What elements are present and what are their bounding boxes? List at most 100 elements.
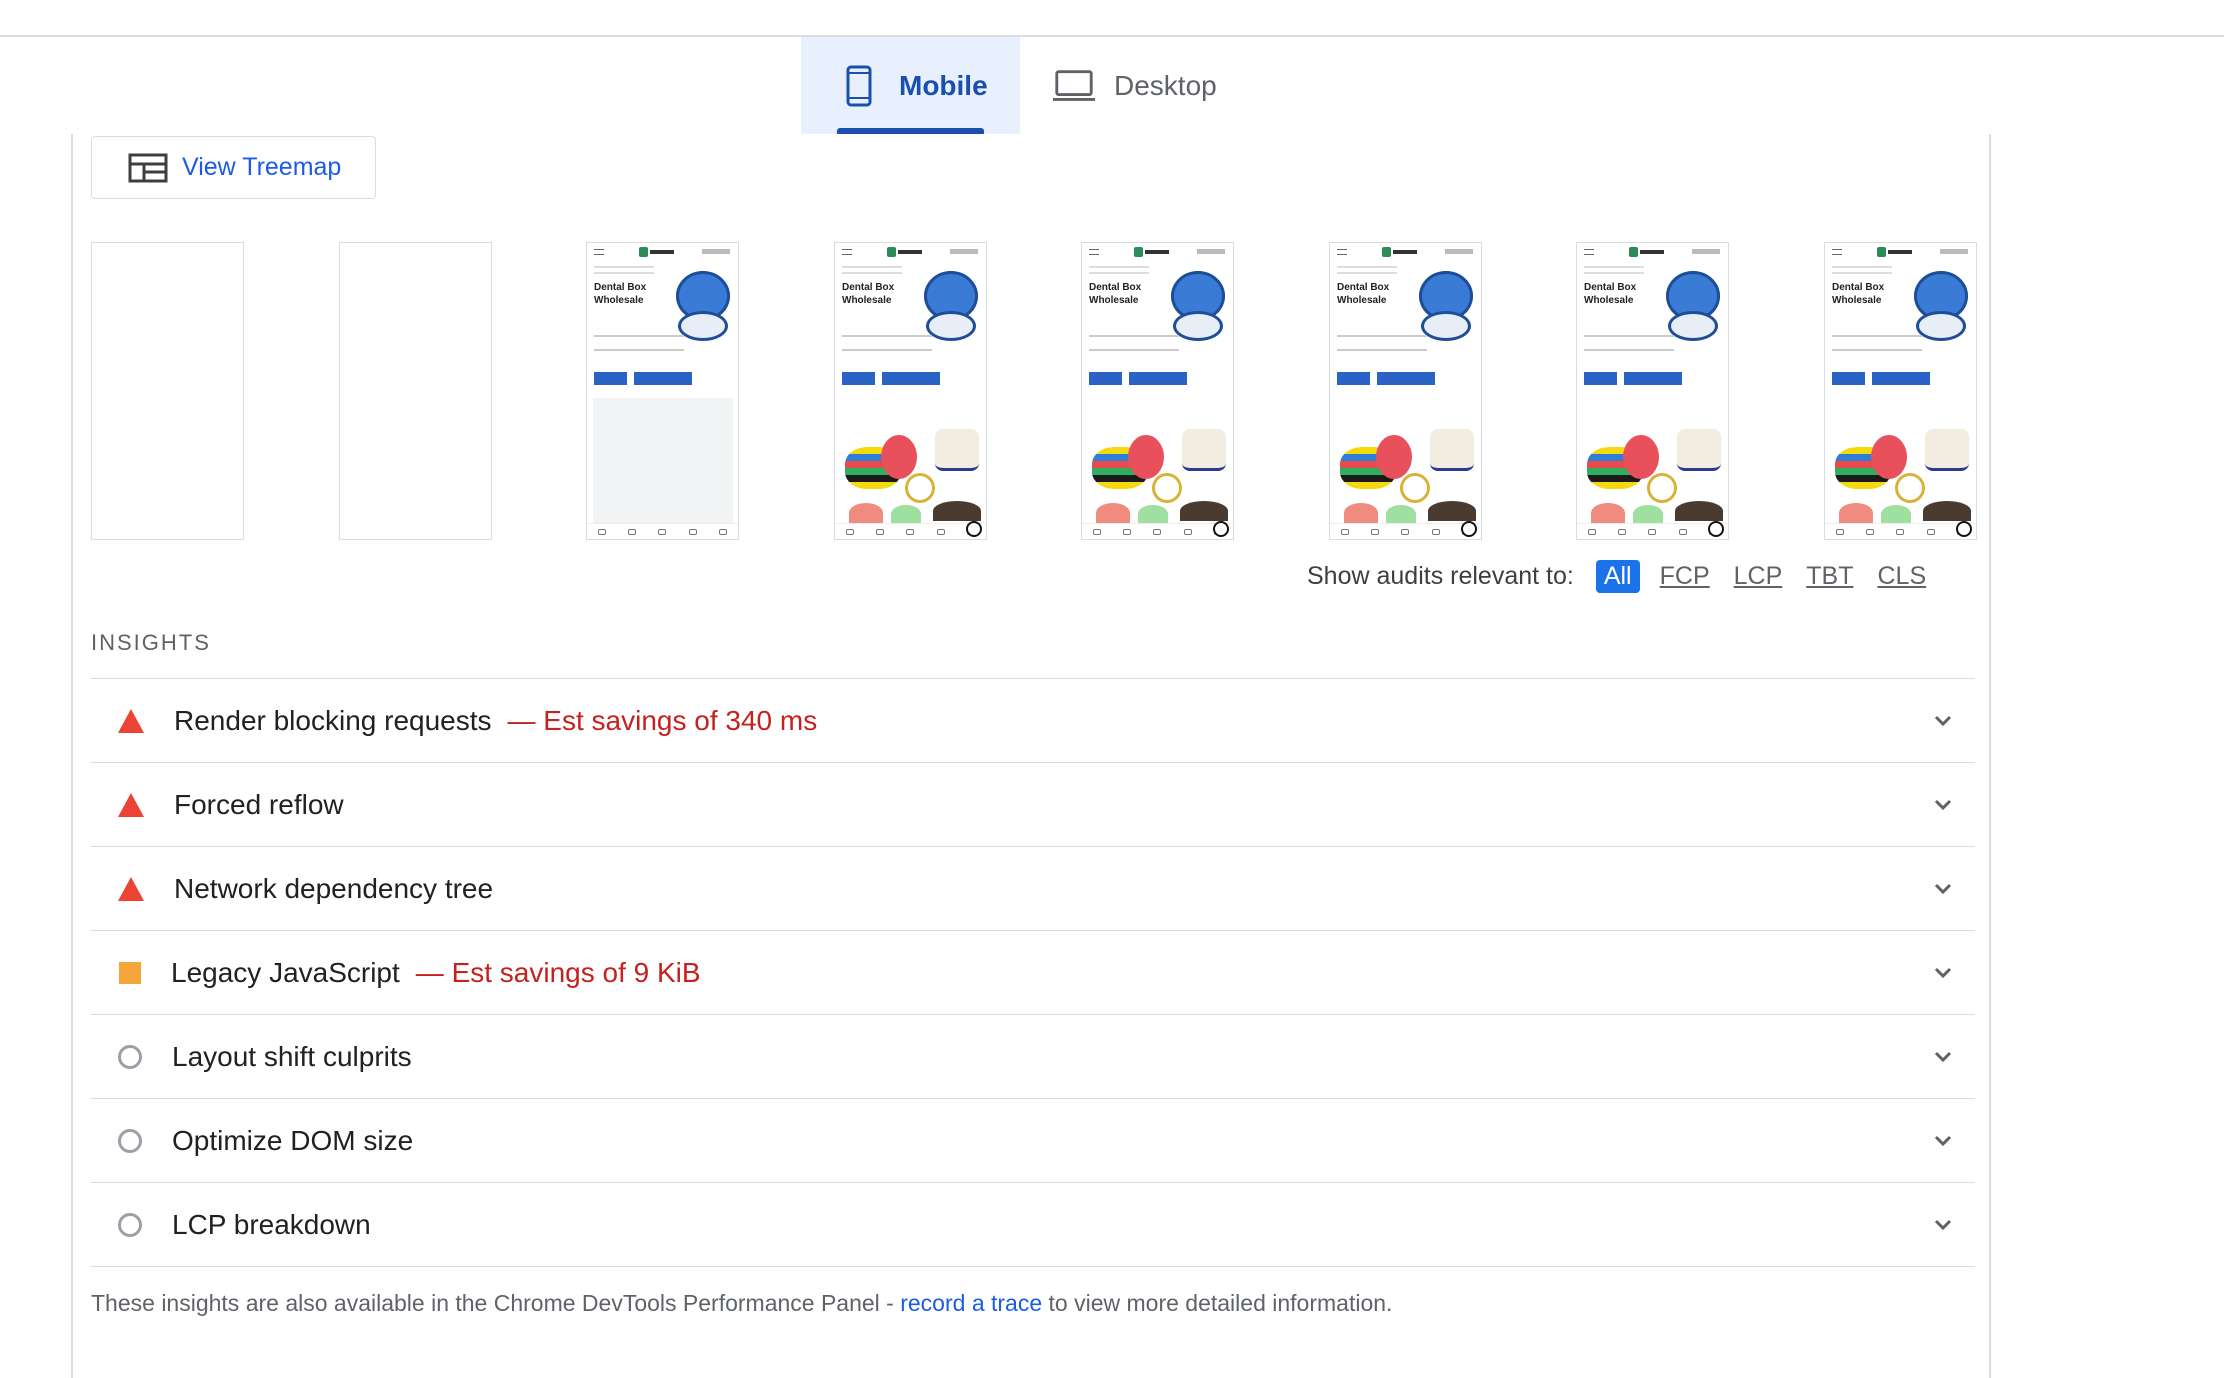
menu-icon <box>842 249 852 255</box>
frame-bottom-nav <box>1330 523 1481 539</box>
frame-text-lines <box>1832 335 1922 351</box>
footer-suffix: to view more detailed information. <box>1042 1290 1393 1316</box>
menu-icon <box>594 249 604 255</box>
footer-prefix: These insights are also available in the… <box>91 1290 901 1316</box>
frame-header <box>587 243 738 261</box>
frame-button-whatsapp <box>1624 372 1682 385</box>
chevron-down-icon <box>1934 1135 1952 1147</box>
insight-forced-reflow[interactable]: Forced reflow <box>91 763 1975 847</box>
insight-network-dependency-tree[interactable]: Network dependency tree <box>91 847 1975 931</box>
insight-lcp-breakdown[interactable]: LCP breakdown <box>91 1183 1975 1267</box>
filmstrip-frame: Dental Box Wholesale <box>834 242 987 540</box>
frame-text-lines <box>1089 335 1179 351</box>
frame-bottom-nav <box>1577 523 1728 539</box>
tab-mobile[interactable]: Mobile <box>801 37 1020 134</box>
frame-button-shop <box>594 372 627 385</box>
products-photo <box>841 429 983 529</box>
insight-layout-shift-culprits[interactable]: Layout shift culprits <box>91 1015 1975 1099</box>
frame-text-lines <box>1337 335 1427 351</box>
frame-header <box>1082 243 1233 261</box>
filter-chip-lcp[interactable]: LCP <box>1730 562 1787 591</box>
informative-circle-icon <box>118 1212 142 1237</box>
insight-title: Render blocking requests <box>174 704 492 736</box>
filter-chip-cls[interactable]: CLS <box>1873 562 1930 591</box>
whatsapp-icon <box>1956 521 1972 537</box>
frame-subtitle-lines <box>1832 266 1892 274</box>
dental-tray-image <box>1916 311 1966 341</box>
laptop-icon <box>1052 64 1096 108</box>
insight-legacy-javascript[interactable]: Legacy JavaScript — Est savings of 9 KiB <box>91 931 1975 1015</box>
frame-header <box>1577 243 1728 261</box>
fail-triangle-icon <box>118 708 144 733</box>
frame-heading: Dental Box Wholesale <box>594 282 647 306</box>
frame-subtitle-lines <box>1337 266 1397 274</box>
chevron-down-icon <box>1934 967 1952 979</box>
language-selector <box>1197 249 1225 254</box>
frame-button-shop <box>1584 372 1617 385</box>
logo-icon <box>1134 247 1170 257</box>
informative-circle-icon <box>118 1044 142 1069</box>
insights-footer-note: These insights are also available in the… <box>91 1290 1392 1317</box>
informative-circle-icon <box>118 1128 142 1153</box>
top-bar <box>0 0 2224 37</box>
insights-heading: INSIGHTS <box>91 630 211 655</box>
frame-button-shop <box>1089 372 1122 385</box>
language-selector <box>1445 249 1473 254</box>
insight-optimize-dom-size[interactable]: Optimize DOM size <box>91 1099 1975 1183</box>
logo-icon <box>1629 247 1665 257</box>
frame-bottom-nav <box>587 523 738 539</box>
frame-header <box>1330 243 1481 261</box>
frame-bottom-nav <box>1825 523 1976 539</box>
filmstrip-frame: Dental Box Wholesale <box>586 242 739 540</box>
filmstrip-frame <box>91 242 244 540</box>
whatsapp-icon <box>1708 521 1724 537</box>
record-trace-link[interactable]: record a trace <box>900 1290 1042 1316</box>
view-treemap-label: View Treemap <box>182 153 342 181</box>
frame-heading: Dental Box Wholesale <box>1337 282 1390 306</box>
frame-heading: Dental Box Wholesale <box>842 282 895 306</box>
insight-title: Legacy JavaScript <box>171 956 400 988</box>
products-photo <box>1831 429 1973 529</box>
filmstrip-frame: Dental Box Wholesale <box>1824 242 1977 540</box>
insight-title: LCP breakdown <box>172 1208 371 1240</box>
device-tabs: Mobile Desktop <box>0 37 2224 134</box>
frame-button-whatsapp <box>882 372 940 385</box>
frame-text-lines <box>842 335 932 351</box>
average-square-icon <box>119 961 141 984</box>
language-selector <box>950 249 978 254</box>
products-photo <box>1583 429 1725 529</box>
frame-subtitle-lines <box>842 266 902 274</box>
insight-title: Network dependency tree <box>174 872 494 904</box>
whatsapp-icon <box>966 521 982 537</box>
treemap-icon <box>128 153 168 182</box>
filmstrip-frame: Dental Box Wholesale <box>1329 242 1482 540</box>
products-photo <box>1336 429 1478 529</box>
filmstrip-frame: Dental Box Wholesale <box>1081 242 1234 540</box>
tab-desktop-label: Desktop <box>1114 69 1217 101</box>
chevron-down-icon <box>1934 883 1952 895</box>
chevron-down-icon <box>1934 715 1952 727</box>
products-photo <box>1088 429 1230 529</box>
filmstrip-frame: Dental Box Wholesale <box>1576 242 1729 540</box>
filter-chip-fcp[interactable]: FCP <box>1656 562 1714 591</box>
filter-chip-all[interactable]: All <box>1595 559 1640 593</box>
insight-render-blocking[interactable]: Render blocking requests — Est savings o… <box>91 679 1975 763</box>
audit-filter: Show audits relevant to: All FCP LCP TBT… <box>1307 558 1930 594</box>
menu-icon <box>1584 249 1594 255</box>
tab-desktop[interactable]: Desktop <box>1052 37 1252 134</box>
frame-image-placeholder <box>593 398 733 528</box>
frame-button-shop <box>1832 372 1865 385</box>
fail-triangle-icon <box>118 792 144 817</box>
view-treemap-button[interactable]: View Treemap <box>91 136 376 199</box>
whatsapp-icon <box>1461 521 1477 537</box>
dental-tray-image <box>1173 311 1223 341</box>
frame-header <box>1825 243 1976 261</box>
insight-savings: — Est savings of 9 KiB <box>415 956 701 988</box>
frame-heading: Dental Box Wholesale <box>1584 282 1637 306</box>
frame-button-shop <box>842 372 875 385</box>
chevron-down-icon <box>1934 799 1952 811</box>
frame-text-lines <box>594 335 684 351</box>
filter-chip-tbt[interactable]: TBT <box>1802 562 1857 591</box>
menu-icon <box>1832 249 1842 255</box>
chevron-down-icon <box>1934 1219 1952 1231</box>
